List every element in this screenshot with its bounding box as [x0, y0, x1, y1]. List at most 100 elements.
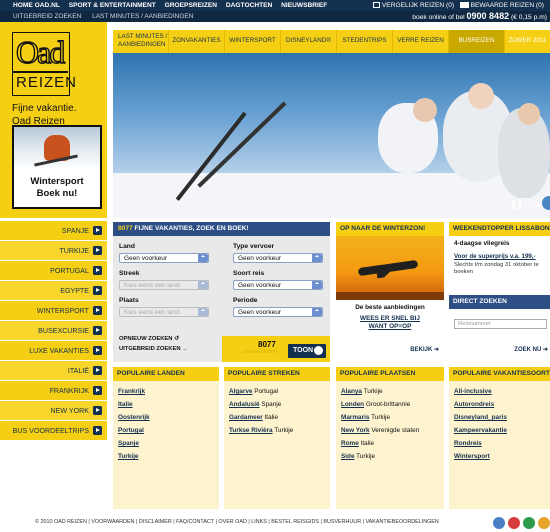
- partner-badge-icon[interactable]: [538, 517, 550, 529]
- popular-regions-title: POPULAIRE STREKEN: [224, 367, 330, 381]
- vervoer-select[interactable]: Geen voorkeur: [233, 253, 323, 263]
- destination-item[interactable]: ITALIË: [0, 361, 107, 381]
- list-item[interactable]: Frankrijk: [118, 388, 145, 395]
- list-item[interactable]: Gardameer Italie: [229, 414, 278, 421]
- list-item[interactable]: Turkse Rivièra Turkije: [229, 427, 293, 434]
- list-item[interactable]: All-inclusive: [454, 388, 492, 395]
- destination-item[interactable]: WINTERSPORT: [0, 301, 107, 321]
- list-item[interactable]: Side Turkije: [341, 453, 375, 460]
- winterzon-more-label: BEKIJK: [410, 347, 433, 353]
- popular-places-title: POPULAIRE PLAATSEN: [336, 367, 444, 381]
- list-item[interactable]: Rondreis: [454, 440, 482, 447]
- list-item[interactable]: Londen Groot-brittannie: [341, 401, 410, 408]
- hero-banner[interactable]: ❚❚ 1 / 4: [113, 53, 550, 218]
- arrow-right-icon: [93, 326, 102, 335]
- nav-link-nieuwsbrief[interactable]: NIEUWSBRIEF: [281, 2, 327, 9]
- search-box: 8077 FIJNE VAKANTIES, ZOEK EN BOEK! Land…: [113, 222, 330, 362]
- show-results-button[interactable]: TOON: [288, 344, 326, 358]
- list-item[interactable]: Disneyland_paris: [454, 414, 507, 421]
- plaats-label: Plaats: [119, 297, 139, 304]
- destination-item[interactable]: NEW YORK: [0, 401, 107, 421]
- brand-column: Oad REIZEN Fijne vakantie. Oad Reizen Wi…: [0, 22, 107, 218]
- destination-item[interactable]: PORTUGAL: [0, 261, 107, 281]
- list-item[interactable]: Spanje: [118, 440, 139, 447]
- tab-zomer-2011[interactable]: ZOMER 2011: [505, 30, 550, 53]
- partner-badge-icon[interactable]: [493, 517, 505, 529]
- nav-link-home[interactable]: HOME OAD.NL: [13, 2, 60, 9]
- tab-disneyland[interactable]: DISNEYLAND®: [281, 30, 337, 53]
- tab-verre-reizen[interactable]: VERRE REIZEN: [393, 30, 449, 53]
- arrow-right-icon: [93, 226, 102, 235]
- destination-label: FRANKRIJK: [49, 387, 89, 395]
- last-minutes-link[interactable]: LAST MINUTES / AANBIEDINGEN: [92, 13, 193, 20]
- popular-countries-title: POPULAIRE LANDEN: [113, 367, 219, 381]
- show-button-label: TOON: [293, 347, 314, 354]
- streek-select[interactable]: Kies eerst een land: [119, 280, 209, 290]
- plaats-select[interactable]: Kies eerst een land: [119, 307, 209, 317]
- list-item[interactable]: Italie: [118, 401, 133, 408]
- list-item[interactable]: Rome Italie: [341, 440, 374, 447]
- nav-link-dagtochten[interactable]: DAGTOCHTEN: [226, 2, 272, 9]
- reisnummer-input[interactable]: Reisnummer: [454, 319, 547, 329]
- results-label: zoekresultaten: [242, 349, 278, 355]
- next-slide-button[interactable]: [542, 196, 550, 210]
- nav-link-groepsreizen[interactable]: GROEPSREIZEN: [165, 2, 217, 9]
- destination-item[interactable]: TURKIJE: [0, 241, 107, 261]
- tab-busreizen[interactable]: BUSREIZEN: [449, 30, 505, 53]
- page: HOME OAD.NL SPORT & ENTERTAINMENT GROEPS…: [0, 0, 550, 532]
- destination-label: WINTERSPORT: [36, 307, 89, 315]
- tab-wintersport[interactable]: WINTERSPORT: [225, 30, 281, 53]
- vervoer-value: Geen voorkeur: [238, 255, 281, 262]
- lissabon-subtitle: 4-daagse vliegreis: [454, 240, 510, 247]
- advanced-search-link[interactable]: UITGEBREID ZOEKEN: [13, 13, 81, 20]
- partner-badge-icon[interactable]: [508, 517, 520, 529]
- zoek-nu-label: ZOEK NU: [514, 347, 542, 353]
- destination-item[interactable]: EGYPTE: [0, 281, 107, 301]
- destination-item[interactable]: LUXE VAKANTIES: [0, 341, 107, 361]
- partner-badge-icon[interactable]: [523, 517, 535, 529]
- saved-link[interactable]: BEWAARDE REIZEN (0): [471, 2, 544, 9]
- phone-number: 0900 8482: [466, 11, 510, 21]
- zoek-nu-button[interactable]: ZOEK NU ➔: [514, 346, 548, 353]
- compare-link[interactable]: VERGELIJK REIZEN (0): [382, 2, 454, 9]
- phone-prefix: boek online of bel: [412, 14, 465, 21]
- pause-icon[interactable]: ❚❚: [510, 200, 523, 209]
- destination-item[interactable]: BUS VOORDEELTRIPS: [0, 421, 107, 441]
- list-item[interactable]: Algarve Portugal: [229, 388, 278, 395]
- list-item[interactable]: Kampeervakantie: [454, 427, 507, 434]
- list-item[interactable]: New York Verenigde staten: [341, 427, 419, 434]
- list-item[interactable]: Autorondreis: [454, 401, 494, 408]
- list-item[interactable]: Marmaris Turkije: [341, 414, 390, 421]
- oad-logo[interactable]: Oad REIZEN: [12, 32, 76, 96]
- lissabon-price-link[interactable]: Voor de superprijs v.a. 199,-: [454, 253, 536, 260]
- destination-label: ITALIË: [67, 367, 89, 375]
- list-item[interactable]: Alanya Turkije: [341, 388, 383, 395]
- sub-navigation-bar: UITGEBREID ZOEKEN LAST MINUTES / AANBIED…: [0, 11, 550, 22]
- list-item[interactable]: Portugal: [118, 427, 144, 434]
- tab-last-minutes[interactable]: LAST MINUTES / AANBIEDINGEN: [113, 30, 169, 53]
- search-header: 8077 FIJNE VAKANTIES, ZOEK EN BOEK!: [113, 222, 330, 236]
- periode-select[interactable]: Geen voorkeur: [233, 307, 323, 317]
- destination-item[interactable]: SPANJE: [0, 221, 107, 241]
- list-item[interactable]: Andalusië Spanje: [229, 401, 281, 408]
- airplane-sunset-image[interactable]: [336, 236, 444, 300]
- destination-item[interactable]: BUSEXCURSIE: [0, 321, 107, 341]
- destination-item[interactable]: FRANKRIJK: [0, 381, 107, 401]
- search-title: FIJNE VAKANTIES, ZOEK EN BOEK!: [134, 225, 249, 232]
- winterzon-link[interactable]: WEES ER SNEL BIJ WANT OP=OP: [350, 315, 430, 331]
- phone-cost: (€ 0,15 p.m): [510, 14, 547, 21]
- reset-search-link[interactable]: OPNIEUW ZOEKEN ↺: [119, 336, 179, 342]
- tab-stedentrips[interactable]: STEDENTRIPS: [337, 30, 393, 53]
- winterzon-more-link[interactable]: BEKIJK ➔: [410, 346, 439, 353]
- wintersport-promo[interactable]: Wintersport Boek nu!: [12, 125, 102, 209]
- nav-link-sport[interactable]: SPORT & ENTERTAINMENT: [69, 2, 156, 9]
- soort-select[interactable]: Geen voorkeur: [233, 280, 323, 290]
- list-item[interactable]: Wintersport: [454, 453, 490, 460]
- footer-links[interactable]: © 2010 OAD REIZEN | VOORWAARDEN | DISCLA…: [35, 519, 439, 525]
- list-item[interactable]: Oostenrijk: [118, 414, 150, 421]
- tab-zonvakanties[interactable]: ZONVAKANTIES: [169, 30, 225, 53]
- list-item[interactable]: Turkije: [118, 453, 138, 460]
- advanced-search-button[interactable]: UITGEBREID ZOEKEN →: [119, 346, 188, 352]
- land-select[interactable]: Geen voorkeur: [119, 253, 209, 263]
- dropdown-arrow-icon: [198, 308, 208, 316]
